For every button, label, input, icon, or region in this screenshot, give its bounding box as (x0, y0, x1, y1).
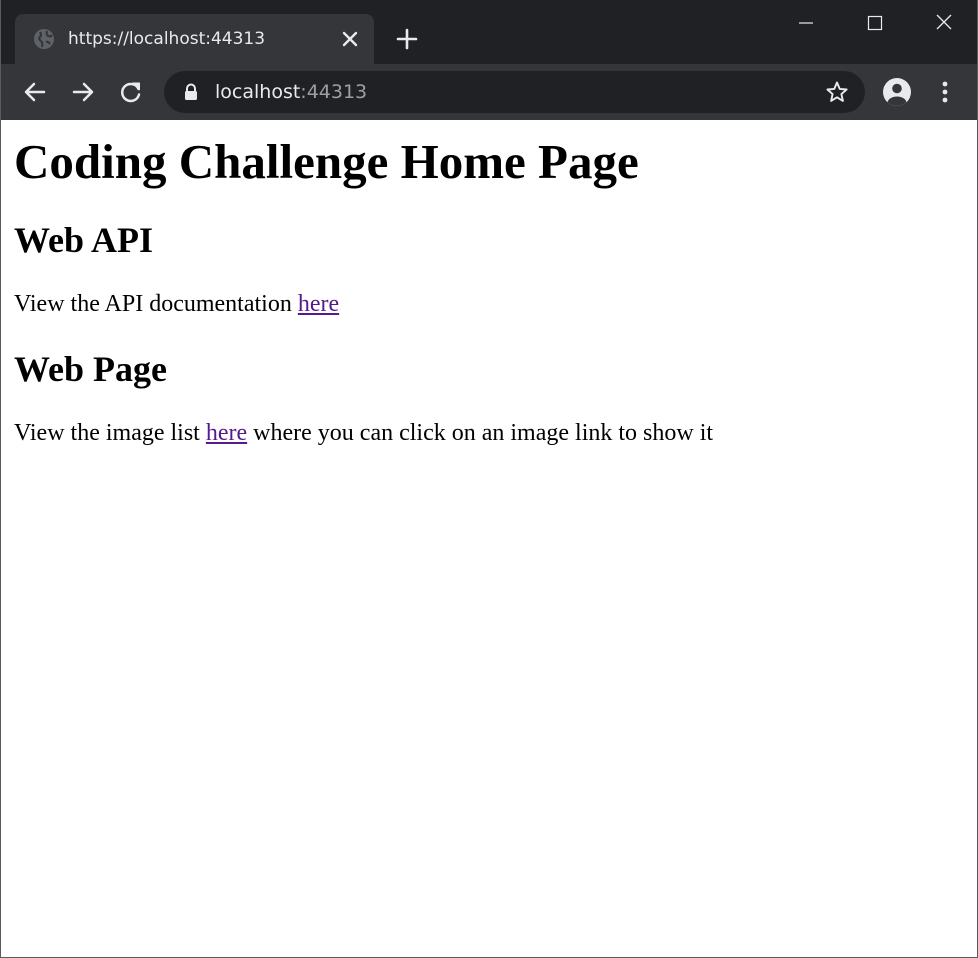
globe-icon (34, 29, 54, 49)
url-port: :44313 (300, 81, 368, 103)
browser-window: https://localhost:44313 localhost:44313 … (0, 0, 978, 958)
web-api-heading: Web API (14, 220, 154, 260)
account-icon[interactable] (883, 78, 911, 106)
maximize-icon (867, 15, 883, 31)
web-api-text: View the API documentation (14, 291, 298, 317)
page-title: Coding Challenge Home Page (14, 134, 639, 189)
web-page-paragraph: View the image list here where you can c… (14, 419, 713, 447)
browser-toolbar: localhost:44313 (1, 64, 977, 120)
maximize-button[interactable] (841, 0, 909, 46)
tab-title: https://localhost:44313 (68, 29, 266, 49)
forward-arrow-icon[interactable] (69, 78, 97, 106)
page-content: Coding Challenge Home Page Web API View … (1, 120, 977, 957)
image-list-link[interactable]: here (206, 420, 247, 446)
star-icon[interactable] (825, 80, 849, 104)
browser-tab[interactable]: https://localhost:44313 (15, 14, 374, 64)
web-page-text: View the image list (14, 420, 206, 446)
window-close-button[interactable] (910, 0, 977, 46)
close-tab-icon[interactable] (340, 29, 360, 49)
url-host: localhost (215, 81, 301, 103)
web-page-heading: Web Page (14, 349, 167, 389)
lock-icon[interactable] (183, 83, 199, 101)
tab-strip: https://localhost:44313 (1, 0, 977, 64)
close-icon (936, 14, 952, 30)
web-page-text-after: where you can click on an image link to … (247, 420, 714, 446)
url-text: localhost:44313 (215, 80, 367, 104)
minimize-button[interactable] (772, 0, 840, 46)
web-api-paragraph: View the API documentation here (14, 290, 339, 318)
kebab-menu-icon[interactable] (931, 78, 959, 106)
back-arrow-icon[interactable] (21, 78, 49, 106)
address-bar[interactable]: localhost:44313 (164, 71, 865, 113)
api-documentation-link[interactable]: here (298, 291, 339, 317)
minimize-icon (799, 22, 813, 24)
plus-icon[interactable] (395, 27, 419, 51)
reload-icon[interactable] (117, 78, 145, 106)
